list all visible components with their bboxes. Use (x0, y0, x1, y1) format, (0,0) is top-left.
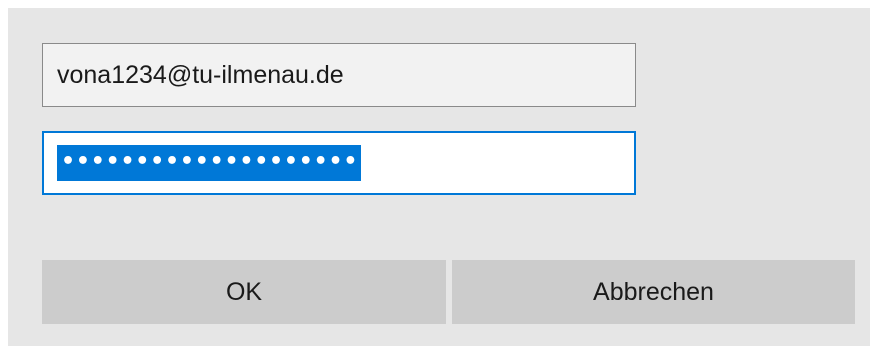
password-field[interactable]: •••••••••••••••••••• (42, 131, 636, 195)
cancel-button[interactable]: Abbrechen (452, 260, 855, 324)
credentials-dialog: vona1234@tu-ilmenau.de •••••••••••••••••… (8, 8, 870, 346)
ok-button[interactable]: OK (42, 260, 446, 324)
username-value: vona1234@tu-ilmenau.de (57, 60, 344, 89)
username-field[interactable]: vona1234@tu-ilmenau.de (42, 43, 636, 107)
password-masked-selection: •••••••••••••••••••• (57, 145, 362, 181)
